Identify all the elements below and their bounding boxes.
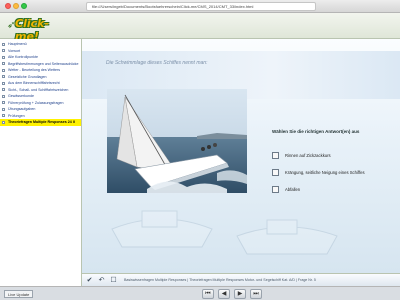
tree-expand-icon[interactable]: [2, 55, 5, 59]
sailboat-image: [107, 89, 247, 193]
sidebar-item-label: Führerprüfung + Zulassungsfragen: [8, 100, 64, 105]
tree-expand-icon[interactable]: [2, 49, 5, 53]
answer-checkbox[interactable]: [272, 169, 279, 176]
sidebar-item-label: Gewässerkunde: [8, 94, 34, 98]
close-window-button[interactable]: [5, 3, 11, 9]
first-page-icon[interactable]: ⏮: [202, 289, 214, 299]
bottom-bar: Live Update ⏮ ◀ ▶ ⏭: [0, 286, 400, 300]
tree-expand-icon[interactable]: [2, 120, 5, 124]
sidebar-item-label: Übungsaufgaben: [8, 107, 36, 111]
sidebar-item-label: Hauptmenü: [8, 42, 27, 46]
address-bar[interactable]: file:///Users/ingeb/Documents/Bootsfuehr…: [86, 2, 316, 11]
tree-expand-icon[interactable]: [2, 88, 5, 92]
background-boat-illustration: [236, 219, 338, 255]
answers-heading: Wählen Sie die richtigen Antwort(en) aus: [272, 129, 360, 134]
sidebar-item-label: Alle Kontrollpunkte: [8, 55, 38, 59]
zoom-window-button[interactable]: [21, 3, 27, 9]
sidebar-item-label: Wetter - Beurteilung des Wetters: [8, 68, 60, 72]
answer-checkbox[interactable]: [272, 186, 279, 193]
sidebar-item-label: Sicht-, Schall- und Schifffahrtszeichen: [8, 87, 69, 92]
previous-page-icon[interactable]: ◀: [218, 289, 230, 299]
navigation-buttons: ⏮ ◀ ▶ ⏭: [202, 289, 266, 299]
last-page-icon[interactable]: ⏭: [250, 289, 262, 299]
tree-expand-icon[interactable]: [2, 75, 5, 79]
answer-label: Abfallen: [285, 187, 301, 192]
answer-label: Rinnen auf Zickzackkurs: [285, 153, 331, 158]
check-answer-icon[interactable]: ✔: [85, 276, 94, 285]
minimize-window-button[interactable]: [13, 3, 19, 9]
tree-expand-icon[interactable]: [2, 62, 5, 66]
tree-expand-icon[interactable]: [2, 42, 5, 46]
sidebar-item-label: Aus dem Binnenschifffahrtsrecht: [8, 81, 60, 85]
navigation-tree: Hauptmenü Vorwort Alle Kontrollpunkte Begri…: [0, 39, 81, 126]
sidebar-item-label: Prüfungen: [8, 113, 25, 118]
tree-expand-icon[interactable]: [2, 107, 5, 111]
undo-icon[interactable]: ↶: [97, 276, 106, 285]
background-boat-illustration: [111, 210, 213, 248]
next-page-icon[interactable]: ▶: [234, 289, 246, 299]
tree-expand-icon[interactable]: [2, 68, 5, 72]
answer-label: Krängung, seitliche Neigung eines Schiff…: [285, 170, 365, 175]
tree-expand-icon[interactable]: [2, 94, 5, 98]
sidebar-item-label: Theoriefragen Multiple Responses 24 II: [8, 120, 75, 124]
sidebar-item-label: Begriffsbestimmungen und Seitenausdrücke: [8, 61, 79, 66]
answer-option[interactable]: Rinnen auf Zickzackkurs: [272, 151, 331, 160]
click-me-logo[interactable]: ➶ Click-me!: [4, 14, 49, 43]
question-text: Die Schwimmlage dieses Schiffes nennt ma…: [106, 60, 208, 66]
tree-expand-icon[interactable]: [2, 101, 5, 105]
sidebar-item-label: Vorwort: [8, 48, 21, 53]
browser-toolbar: file:///Users/ingeb/Documents/Bootsfuehr…: [0, 0, 400, 13]
sidebar-navigation: Hauptmenü Vorwort Alle Kontrollpunkte Begri…: [0, 39, 82, 286]
question-footer: ✔ ↶ ☐ Basiswissenfragen Multiple Respons…: [82, 273, 400, 286]
tree-expand-icon[interactable]: [2, 114, 5, 118]
answer-option[interactable]: Krängung, seitliche Neigung eines Schiff…: [272, 168, 365, 177]
answer-option[interactable]: Abfallen: [272, 185, 300, 194]
answer-checkbox[interactable]: [272, 152, 279, 159]
question-panel: Die Schwimmlage dieses Schiffes nennt ma…: [82, 39, 400, 273]
breadcrumb: Basiswissenfragen Multiple Responses | T…: [124, 278, 316, 282]
bookmark-icon[interactable]: ☐: [109, 276, 118, 285]
live-update-button[interactable]: Live Update: [4, 290, 34, 298]
sidebar-item[interactable]: Theoriefragen Multiple Responses 24 II: [0, 119, 81, 126]
tree-expand-icon[interactable]: [2, 81, 5, 85]
app-header: ➶ Click-me!: [0, 13, 400, 43]
sidebar-item-label: Gesetzliche Grundlagen: [8, 74, 47, 79]
